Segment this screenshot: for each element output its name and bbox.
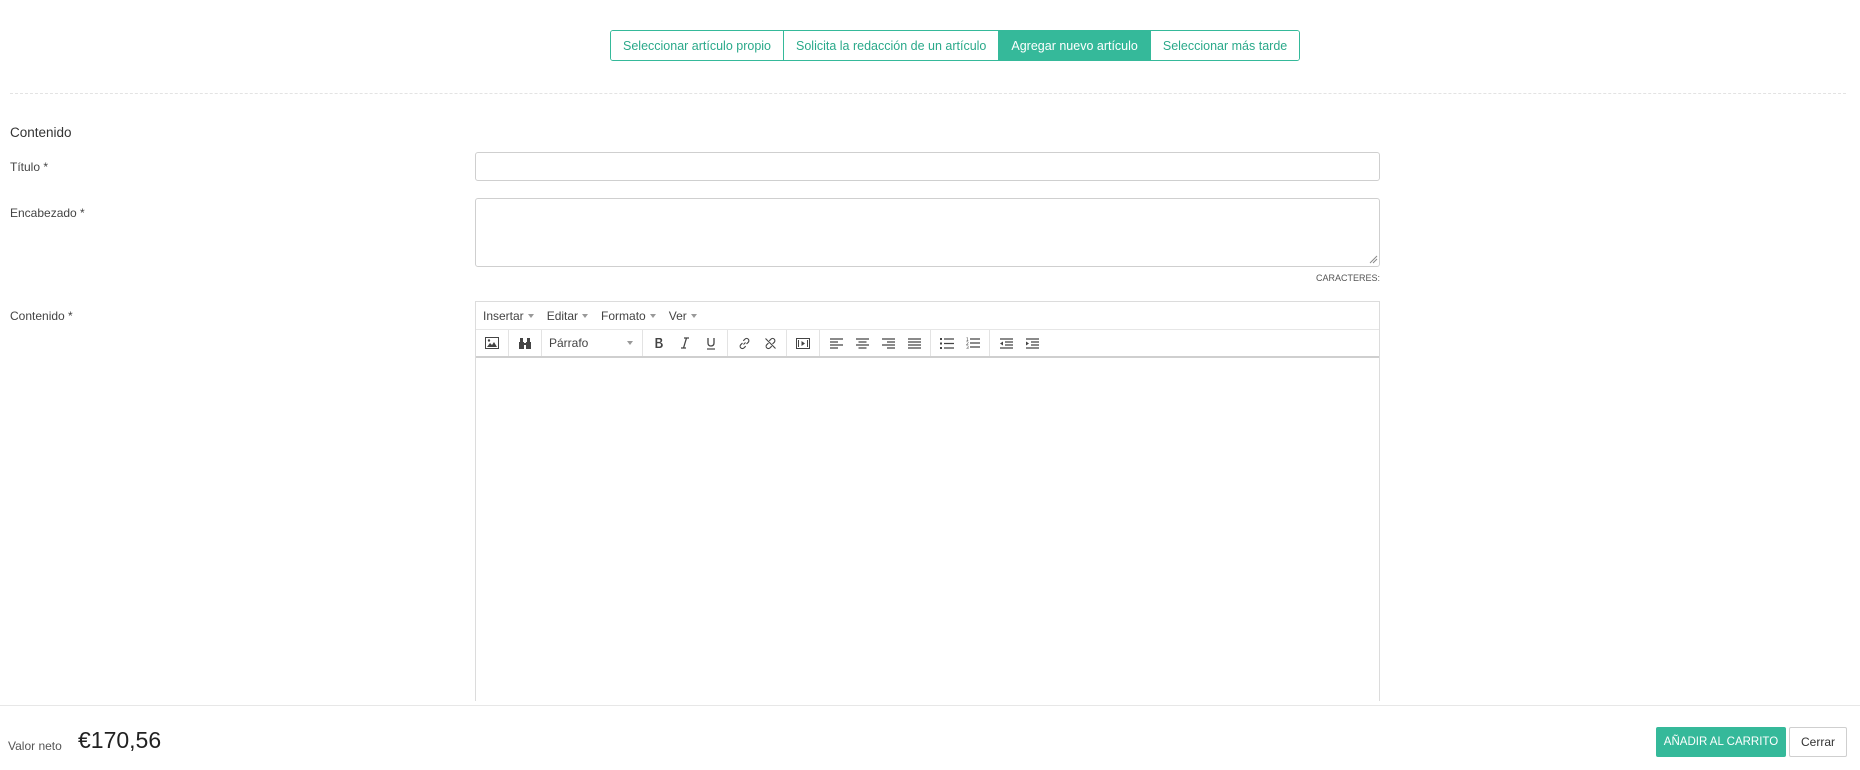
toolbar-group-media xyxy=(476,330,509,356)
bold-button[interactable] xyxy=(646,331,672,355)
align-right-button[interactable] xyxy=(875,331,901,355)
binoculars-icon xyxy=(519,337,531,349)
tab-add-new-article[interactable]: Agregar nuevo artículo xyxy=(999,31,1151,60)
align-right-icon xyxy=(881,337,895,349)
content-label: Contenido * xyxy=(10,309,73,323)
numbered-list-icon: 123 xyxy=(966,337,980,349)
italic-button[interactable] xyxy=(672,331,698,355)
menu-view-label: Ver xyxy=(668,308,687,323)
align-left-button[interactable] xyxy=(823,331,849,355)
chevron-down-icon xyxy=(582,313,589,318)
toolbar-group-block: Párrafo xyxy=(542,330,643,356)
lead-textarea[interactable] xyxy=(475,198,1380,267)
section-title: Contenido xyxy=(10,125,72,140)
insert-image-button[interactable] xyxy=(479,331,505,355)
title-label: Título * xyxy=(10,160,49,174)
indent-button[interactable] xyxy=(1019,331,1045,355)
remove-link-button[interactable] xyxy=(757,331,783,355)
lead-label: Encabezado * xyxy=(10,206,85,220)
block-format-select[interactable]: Párrafo xyxy=(545,336,639,350)
italic-icon xyxy=(681,337,689,349)
menu-edit-label: Editar xyxy=(546,308,579,323)
chevron-down-icon xyxy=(649,313,656,318)
cart-footer: Valor neto €170,56 AÑADIR AL CARRITO Cer… xyxy=(0,705,1860,770)
toolbar-group-indent xyxy=(990,330,1048,356)
title-input[interactable] xyxy=(475,152,1380,181)
resize-grip-icon[interactable] xyxy=(1368,254,1378,264)
numbered-list-button[interactable]: 123 xyxy=(960,331,986,355)
find-replace-button[interactable] xyxy=(512,331,538,355)
net-value-label: Valor neto xyxy=(8,739,62,753)
align-justify-icon xyxy=(907,337,921,349)
net-value-amount: €170,56 xyxy=(78,727,162,753)
menu-insert-label: Insertar xyxy=(483,308,524,323)
editor-toolbar: Párrafo 1 2 3 xyxy=(476,330,1379,358)
rich-text-editor: Insertar Editar Formato Ver Párrafo 1 2 … xyxy=(475,301,1380,701)
chevron-down-icon xyxy=(627,341,633,345)
article-source-tabs: Seleccionar artículo propio Solicita la … xyxy=(610,30,1301,61)
indent-icon xyxy=(1025,337,1039,349)
underline-icon xyxy=(707,337,715,350)
align-left-icon xyxy=(829,337,843,349)
align-center-icon xyxy=(855,337,869,349)
character-counter: CARACTERES: xyxy=(1315,273,1380,283)
insert-link-button[interactable] xyxy=(731,331,757,355)
outdent-icon xyxy=(999,337,1013,349)
link-icon xyxy=(739,337,749,349)
underline-button[interactable] xyxy=(698,331,724,355)
bullet-list-icon xyxy=(940,337,954,349)
block-format-value: Párrafo xyxy=(549,336,589,350)
unlink-icon xyxy=(764,337,776,349)
outdent-button[interactable] xyxy=(993,331,1019,355)
menu-insert[interactable]: Insertar xyxy=(483,309,534,323)
align-center-button[interactable] xyxy=(849,331,875,355)
insert-media-button[interactable] xyxy=(790,331,816,355)
toolbar-group-text-style xyxy=(643,330,728,356)
toolbar-group-lists: 123 xyxy=(931,330,990,356)
toolbar-group-find xyxy=(509,330,542,356)
toolbar-group-link xyxy=(728,330,787,356)
media-icon xyxy=(796,337,810,349)
align-justify-button[interactable] xyxy=(901,331,927,355)
menu-format[interactable]: Formato xyxy=(601,309,656,323)
bullet-list-button[interactable] xyxy=(934,331,960,355)
toolbar-group-embed xyxy=(787,330,820,356)
svg-text:3: 3 xyxy=(966,345,969,349)
tab-request-article-writing[interactable]: Solicita la redacción de un artículo xyxy=(784,31,1000,60)
chevron-down-icon xyxy=(527,313,534,318)
image-icon xyxy=(485,337,499,349)
editor-content-area[interactable] xyxy=(476,358,1379,702)
menu-view[interactable]: Ver xyxy=(669,309,697,323)
bold-icon xyxy=(655,338,663,348)
close-button[interactable]: Cerrar xyxy=(1789,727,1847,757)
section-divider xyxy=(10,93,1846,94)
add-to-cart-button[interactable]: AÑADIR AL CARRITO xyxy=(1656,727,1786,757)
editor-menubar: Insertar Editar Formato Ver xyxy=(476,302,1379,330)
tab-select-later[interactable]: Seleccionar más tarde xyxy=(1150,31,1300,60)
toolbar-group-align xyxy=(820,330,931,356)
menu-format-label: Formato xyxy=(601,308,646,323)
chevron-down-icon xyxy=(690,313,697,318)
tab-select-own-article[interactable]: Seleccionar artículo propio xyxy=(611,31,784,60)
menu-edit[interactable]: Editar xyxy=(546,308,589,323)
